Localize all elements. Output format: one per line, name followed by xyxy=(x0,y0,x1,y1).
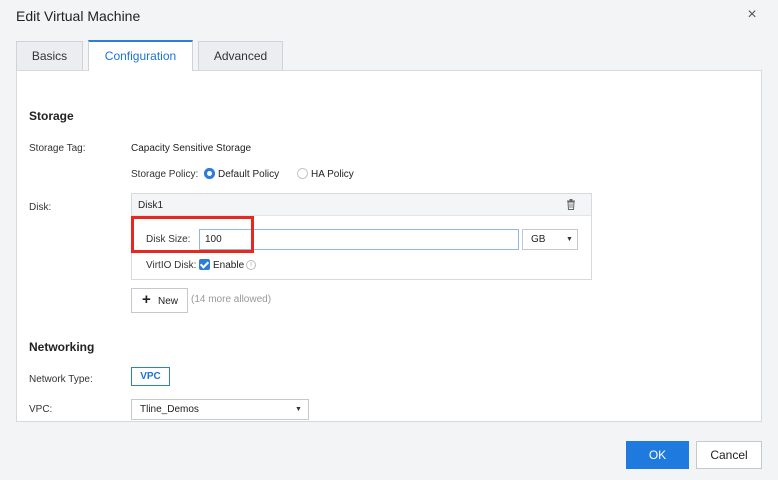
disk-label: Disk: xyxy=(29,202,52,213)
trash-icon[interactable] xyxy=(566,199,576,210)
tab-advanced[interactable]: Advanced xyxy=(198,41,283,71)
network-type-label: Network Type: xyxy=(29,374,93,385)
tab-configuration[interactable]: Configuration xyxy=(88,40,193,71)
vpc-select-value: Tline_Demos xyxy=(140,404,199,415)
ha-policy-radio[interactable] xyxy=(297,168,308,179)
disk-size-highlight-box xyxy=(131,216,254,253)
disk-card-header: Disk1 xyxy=(132,194,591,216)
dialog-title: Edit Virtual Machine xyxy=(16,8,141,24)
ok-button[interactable]: OK xyxy=(626,441,689,469)
chevron-down-icon: ▼ xyxy=(295,406,302,413)
default-policy-label[interactable]: Default Policy xyxy=(218,169,279,180)
info-icon[interactable]: i xyxy=(246,260,256,270)
more-allowed-hint: (14 more allowed) xyxy=(191,294,272,305)
plus-icon: + xyxy=(142,291,151,308)
storage-section-title: Storage xyxy=(29,109,74,123)
new-disk-button[interactable]: + New xyxy=(131,288,188,313)
tab-basics[interactable]: Basics xyxy=(16,41,83,71)
new-button-label: New xyxy=(158,296,179,307)
configuration-panel: Storage Storage Tag: Capacity Sensitive … xyxy=(16,70,762,422)
virtio-disk-label: VirtIO Disk: xyxy=(146,260,197,271)
ha-policy-label[interactable]: HA Policy xyxy=(311,169,354,180)
default-policy-radio[interactable] xyxy=(204,168,215,179)
edit-vm-dialog: Edit Virtual Machine × Basics Configurat… xyxy=(0,0,778,480)
virtio-enable-checkbox[interactable] xyxy=(199,259,210,270)
vpc-label: VPC: xyxy=(29,404,53,415)
cancel-button[interactable]: Cancel xyxy=(696,441,762,469)
close-icon[interactable]: × xyxy=(744,6,760,24)
network-type-vpc-button[interactable]: VPC xyxy=(131,367,170,386)
chevron-down-icon: ▼ xyxy=(566,236,573,243)
storage-tag-label: Storage Tag: xyxy=(29,143,86,154)
vpc-select[interactable]: Tline_Demos ▼ xyxy=(131,399,309,420)
disk-name: Disk1 xyxy=(138,200,164,211)
networking-section-title: Networking xyxy=(29,340,95,354)
storage-tag-value: Capacity Sensitive Storage xyxy=(131,143,252,154)
virtio-enable-label[interactable]: Enable xyxy=(213,260,244,271)
disk-unit-select[interactable]: GB ▼ xyxy=(522,229,578,250)
disk-unit-value: GB xyxy=(531,234,546,245)
storage-policy-label: Storage Policy: xyxy=(131,169,199,180)
